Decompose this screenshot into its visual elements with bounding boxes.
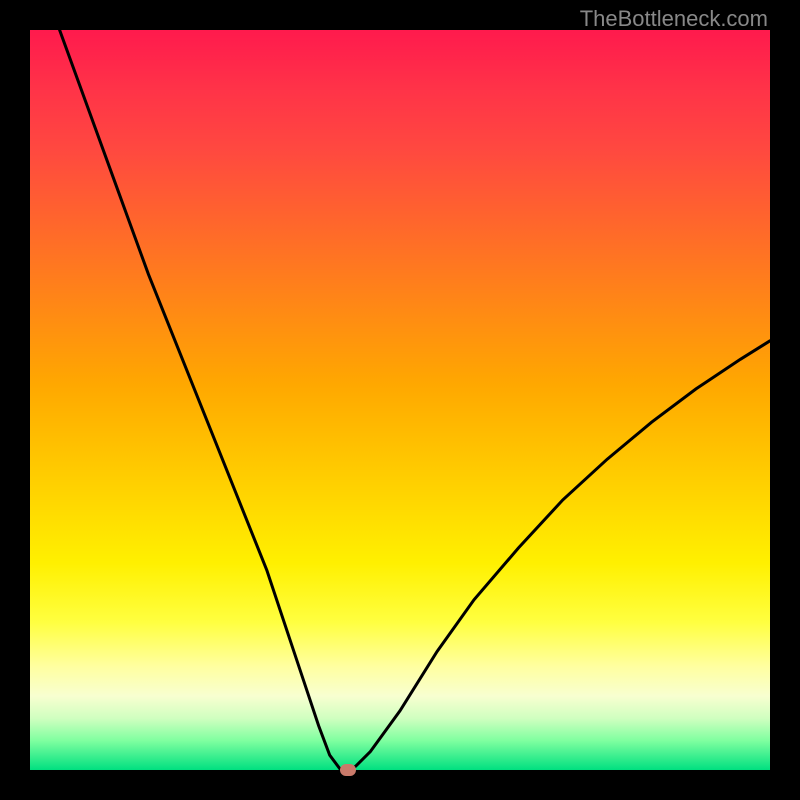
minimum-marker — [340, 764, 356, 776]
chart-container: TheBottleneck.com — [0, 0, 800, 800]
plot-area — [30, 30, 770, 770]
watermark-text: TheBottleneck.com — [580, 6, 768, 32]
curve-svg — [30, 30, 770, 770]
bottleneck-curve — [60, 30, 770, 770]
